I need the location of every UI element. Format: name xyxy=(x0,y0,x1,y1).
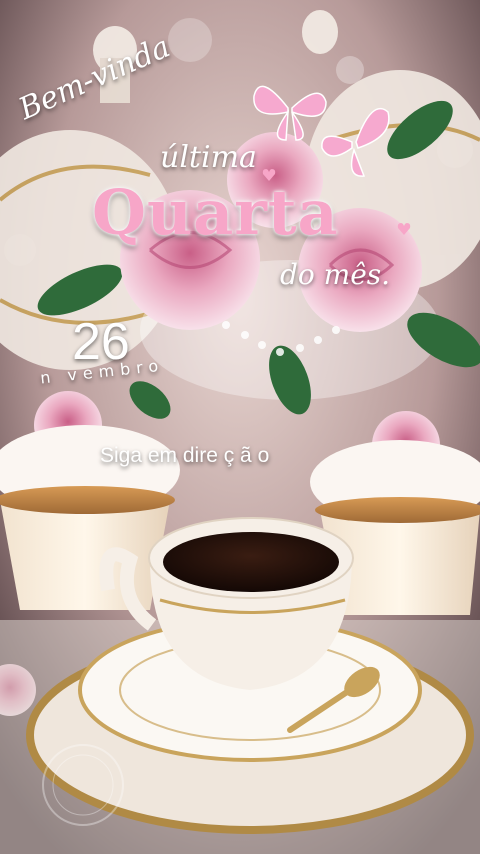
background-illustration xyxy=(0,0,480,854)
motivational-phrase: Siga em dire ç ã o xyxy=(100,444,270,467)
greeting-line-2: última xyxy=(160,140,257,175)
watermark-stamp xyxy=(42,744,124,826)
heart-icon xyxy=(397,223,411,235)
heart-icon xyxy=(262,169,276,181)
greeting-line-4: do mês. xyxy=(280,258,391,291)
greeting-day-name: Quarta xyxy=(92,176,339,249)
